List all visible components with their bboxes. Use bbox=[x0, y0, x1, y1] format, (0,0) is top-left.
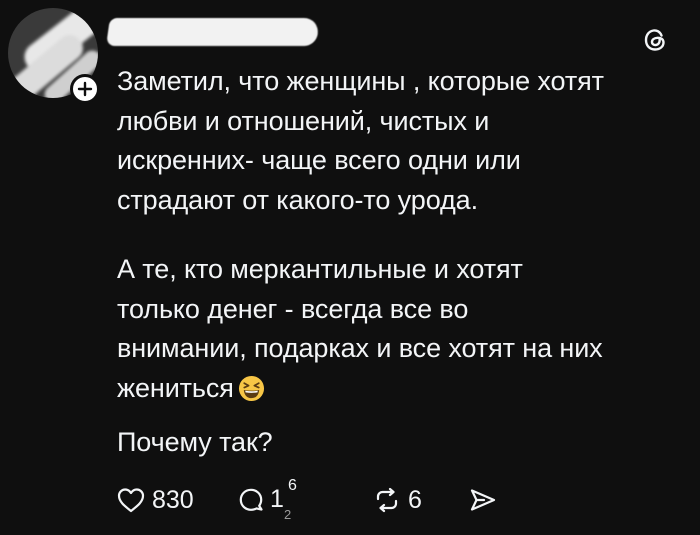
heart-icon bbox=[117, 488, 145, 513]
follow-button[interactable] bbox=[70, 74, 100, 104]
repost-count: 6 bbox=[408, 485, 422, 514]
post-text-line: Почему так? bbox=[117, 427, 273, 457]
post-text-line: искренних- чаще всего одни или bbox=[117, 145, 521, 175]
like-button[interactable]: 830 bbox=[116, 483, 194, 517]
reply-count-digit: 2 bbox=[284, 507, 292, 522]
post-text-line: страдают от какого-то урода. bbox=[117, 184, 478, 215]
repost-button[interactable]: 6 bbox=[372, 483, 422, 517]
post-paragraph-3: Почему так? bbox=[117, 423, 689, 463]
threads-logo-icon[interactable] bbox=[641, 26, 669, 54]
share-button[interactable] bbox=[468, 483, 498, 517]
grinning-squinting-face-icon bbox=[238, 375, 264, 401]
author-name-redacted[interactable] bbox=[106, 18, 320, 46]
threads-post: Заметил, что женщины , которые хотят люб… bbox=[0, 0, 700, 535]
post-text-line: внимании, подарках и все хотят на них bbox=[117, 333, 603, 363]
like-count: 830 bbox=[152, 485, 194, 514]
post-text-line: любви и отношений, чистых и bbox=[117, 105, 490, 136]
post-paragraph-2: А те, кто меркантильные и хотят только д… bbox=[117, 250, 689, 408]
reply-count: 1 6 2 bbox=[270, 477, 310, 522]
reply-count-digit: 1 bbox=[270, 485, 284, 513]
reply-button[interactable]: 1 6 2 bbox=[236, 477, 310, 522]
reply-count-digit: 6 bbox=[288, 477, 297, 494]
post-paragraph-1: Заметил, что женщины , которые хотят люб… bbox=[117, 62, 689, 220]
comment-bubble-icon bbox=[239, 488, 263, 511]
post-text-line: жениться bbox=[117, 372, 234, 403]
send-icon bbox=[470, 489, 496, 511]
post-text-line-with-emoji: жениться bbox=[117, 369, 689, 409]
post-text-line: только денег - всегда все во bbox=[117, 293, 469, 324]
post-text-line: А те, кто меркантильные и хотят bbox=[117, 254, 523, 284]
post-text-line: Заметил, что женщины , которые хотят bbox=[117, 66, 604, 96]
plus-icon bbox=[77, 81, 93, 97]
repost-icon bbox=[376, 487, 398, 513]
